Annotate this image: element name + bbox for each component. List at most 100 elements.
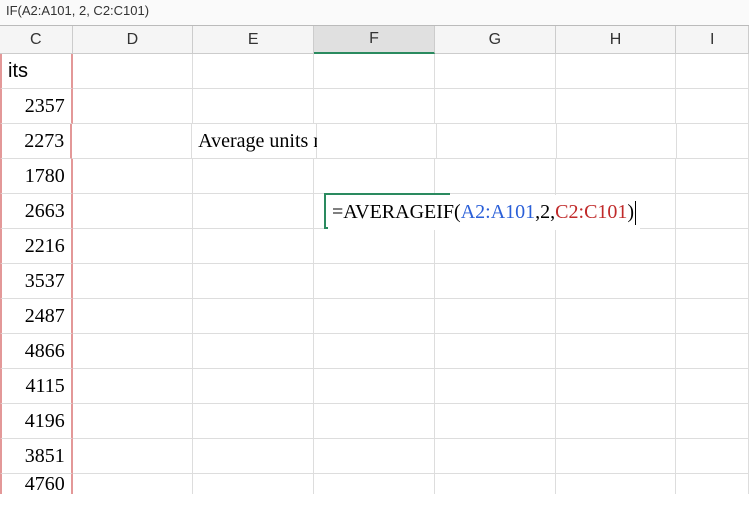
cell[interactable] — [73, 474, 194, 494]
cell[interactable]: 4196 — [0, 404, 73, 439]
cell[interactable]: 2357 — [0, 89, 73, 124]
cell[interactable] — [314, 474, 435, 494]
cell[interactable]: 3537 — [0, 264, 73, 299]
cell[interactable] — [193, 89, 314, 124]
cell[interactable] — [676, 229, 749, 264]
cell[interactable] — [193, 369, 314, 404]
cell[interactable] — [435, 369, 556, 404]
cell[interactable] — [314, 369, 435, 404]
cell[interactable] — [435, 439, 556, 474]
col-header-E[interactable]: E — [193, 26, 314, 54]
cell[interactable] — [435, 89, 556, 124]
cell[interactable] — [676, 334, 749, 369]
cell[interactable] — [73, 194, 194, 229]
cell[interactable] — [435, 229, 556, 264]
cell[interactable] — [437, 124, 557, 159]
cell[interactable]: 4760 — [0, 474, 73, 494]
cell[interactable] — [556, 54, 677, 89]
cell[interactable] — [72, 124, 192, 159]
cell[interactable] — [73, 229, 194, 264]
cell[interactable] — [193, 264, 314, 299]
cell[interactable] — [73, 89, 194, 124]
cell[interactable]: 2487 — [0, 299, 73, 334]
cell[interactable] — [556, 334, 677, 369]
cell[interactable] — [556, 439, 677, 474]
cell[interactable]: 2273 — [0, 124, 72, 159]
cell[interactable] — [314, 89, 435, 124]
cell[interactable] — [556, 474, 677, 494]
cell[interactable] — [73, 264, 194, 299]
cell[interactable] — [556, 404, 677, 439]
cell[interactable] — [193, 54, 314, 89]
cell[interactable] — [556, 89, 677, 124]
cell[interactable] — [676, 54, 749, 89]
cell[interactable] — [193, 299, 314, 334]
cell[interactable]: 3851 — [0, 439, 73, 474]
cell[interactable] — [314, 264, 435, 299]
cell[interactable] — [73, 369, 194, 404]
cell[interactable] — [317, 124, 437, 159]
spreadsheet-area: C D E F G H I its 2357 2273 — [0, 26, 749, 494]
cell[interactable] — [193, 404, 314, 439]
cell[interactable] — [556, 264, 677, 299]
cell[interactable] — [314, 54, 435, 89]
cell[interactable] — [435, 54, 556, 89]
cell[interactable] — [435, 264, 556, 299]
cell[interactable] — [676, 439, 749, 474]
table-row: 3537 — [0, 264, 749, 299]
cell[interactable] — [676, 89, 749, 124]
cell[interactable] — [193, 229, 314, 264]
cell[interactable]: its — [0, 54, 73, 89]
cell[interactable] — [556, 159, 677, 194]
cell[interactable] — [73, 299, 194, 334]
cell[interactable] — [676, 404, 749, 439]
cell[interactable]: 1780 — [0, 159, 73, 194]
cell[interactable] — [676, 369, 749, 404]
cell[interactable] — [435, 299, 556, 334]
cell[interactable] — [676, 194, 749, 229]
cell[interactable] — [73, 159, 194, 194]
cell-label[interactable]: Average units region 2: — [192, 124, 317, 159]
cell[interactable] — [193, 439, 314, 474]
formula-criteria: 2 — [540, 201, 550, 224]
cell[interactable] — [73, 439, 194, 474]
cell[interactable] — [676, 474, 749, 494]
cell[interactable] — [73, 54, 194, 89]
cell[interactable] — [193, 159, 314, 194]
cell[interactable] — [193, 474, 314, 494]
col-header-D[interactable]: D — [73, 26, 194, 54]
cell[interactable] — [557, 124, 677, 159]
formula-edit-overlay[interactable]: =AVERAGEIF(A2:A101, 2, C2:C101) — [328, 195, 640, 230]
col-header-C[interactable]: C — [0, 26, 73, 54]
cell[interactable] — [676, 264, 749, 299]
cell[interactable]: 4866 — [0, 334, 73, 369]
cell[interactable] — [435, 474, 556, 494]
cell[interactable] — [314, 159, 435, 194]
cell[interactable] — [556, 229, 677, 264]
cell[interactable] — [193, 334, 314, 369]
col-header-I[interactable]: I — [676, 26, 749, 54]
cell[interactable] — [435, 334, 556, 369]
cell[interactable] — [676, 159, 749, 194]
cell[interactable]: 2663 — [0, 194, 73, 229]
cell[interactable] — [677, 124, 749, 159]
cell[interactable] — [314, 299, 435, 334]
cell[interactable] — [314, 334, 435, 369]
cell[interactable] — [314, 229, 435, 264]
col-header-H[interactable]: H — [556, 26, 677, 54]
cell[interactable]: 4115 — [0, 369, 73, 404]
col-header-F[interactable]: F — [314, 26, 435, 54]
cell[interactable] — [193, 194, 314, 229]
cell[interactable] — [676, 299, 749, 334]
cell[interactable] — [314, 439, 435, 474]
cell[interactable] — [435, 404, 556, 439]
cell[interactable] — [73, 334, 194, 369]
formula-bar[interactable]: IF(A2:A101, 2, C2:C101) — [0, 0, 749, 26]
cell[interactable] — [556, 369, 677, 404]
cell[interactable] — [556, 299, 677, 334]
cell[interactable] — [314, 404, 435, 439]
cell[interactable] — [435, 159, 556, 194]
cell[interactable]: 2216 — [0, 229, 73, 264]
cell[interactable] — [73, 404, 194, 439]
col-header-G[interactable]: G — [435, 26, 556, 54]
